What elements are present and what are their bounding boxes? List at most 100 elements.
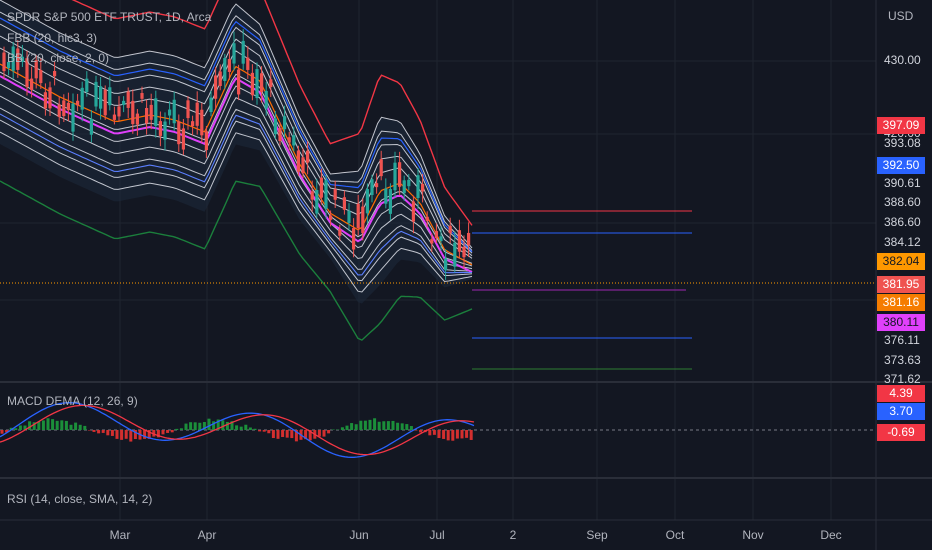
macd-histogram-bar (340, 427, 344, 430)
candle-body (122, 100, 126, 105)
candle-body (99, 86, 103, 109)
candle-body (260, 73, 264, 92)
macd-histogram-bar (465, 430, 469, 438)
macd-histogram-bar (101, 430, 105, 433)
candle-body (430, 239, 434, 244)
macd-histogram-bar (285, 430, 289, 438)
candle-body (48, 87, 52, 109)
macd-histogram-bar (382, 421, 386, 430)
candle-body (135, 113, 139, 125)
candle-body (172, 99, 176, 124)
candle-body (425, 216, 429, 221)
macd-histogram-bar (267, 430, 271, 434)
time-axis-label: 2 (509, 528, 517, 542)
candle-body (333, 189, 337, 200)
candle-body (237, 69, 241, 95)
macd-histogram-bar (41, 420, 45, 430)
macd-histogram-bar (244, 424, 248, 430)
macd-histogram-bar (235, 425, 239, 430)
macd-histogram-bar (460, 430, 464, 439)
macd-histogram-bar (396, 422, 400, 430)
macd-histogram-bar (253, 428, 257, 430)
macd-histogram-bar (143, 430, 147, 439)
macd-histogram-bar (327, 430, 331, 434)
symbol-legend[interactable]: SPDR S&P 500 ETF TRUST, 1D, Arca (7, 10, 211, 24)
macd-histogram-bar (64, 420, 68, 430)
macd-histogram-bar (391, 420, 395, 430)
macd-histogram-bar (60, 420, 64, 430)
fbb-legend[interactable]: FBB (20, hlc3, 3) (7, 31, 97, 45)
price-tag: 397.09 (877, 117, 925, 134)
macd-histogram-bar (78, 424, 82, 430)
candle-body (204, 131, 208, 151)
macd-histogram-bar (469, 430, 473, 440)
macd-histogram-bar (405, 424, 409, 430)
macd-histogram-bar (51, 419, 55, 430)
price-tick-label: 393.08 (884, 136, 921, 150)
candle-body (255, 69, 259, 99)
macd-histogram-bar (290, 430, 294, 439)
candle-body (43, 92, 47, 109)
macd-histogram-bar (446, 430, 450, 441)
macd-histogram-bar (239, 426, 243, 430)
candle-body (421, 183, 425, 192)
candle-body (227, 58, 231, 72)
macd-histogram-bar (225, 421, 229, 430)
price-tag: 382.04 (877, 253, 925, 270)
candle-body (246, 57, 250, 70)
candle-body (329, 215, 333, 220)
macd-histogram-bar (161, 430, 165, 435)
macd-histogram-bar (184, 423, 188, 430)
rsi-legend[interactable]: RSI (14, close, SMA, 14, 2) (7, 492, 152, 506)
candle-body (149, 104, 153, 120)
price-tick-label: 371.62 (884, 372, 921, 386)
candle-body (361, 206, 365, 234)
macd-pane (0, 402, 876, 458)
candle-body (39, 69, 43, 84)
candle-body (365, 189, 369, 214)
candle-body (30, 78, 34, 90)
candle-body (71, 103, 75, 132)
candle-body (448, 225, 452, 234)
candle-body (467, 232, 471, 246)
candle-body (315, 190, 319, 214)
candle-body (94, 81, 98, 107)
candle-body (89, 118, 93, 135)
time-axis-label: Jul (429, 528, 445, 542)
macd-value-tag: -0.69 (877, 424, 925, 441)
candle-body (439, 236, 443, 242)
macd-histogram-bar (317, 430, 321, 437)
bb-legend[interactable]: BB (20, close, 2, 0) (7, 51, 109, 65)
macd-histogram-bar (281, 430, 285, 437)
macd-histogram-bar (432, 430, 436, 435)
macd-histogram-bar (46, 418, 50, 430)
macd-histogram-bar (92, 430, 96, 432)
macd-legend[interactable]: MACD DEMA (12, 26, 9) (7, 394, 138, 408)
candle-body (310, 191, 314, 200)
macd-histogram-bar (437, 430, 441, 439)
macd-histogram-bar (258, 430, 262, 432)
macd-histogram-bar (345, 425, 349, 430)
candle-body (264, 90, 268, 109)
macd-histogram-bar (115, 430, 119, 439)
macd-histogram-bar (97, 430, 101, 434)
candle-body (80, 87, 84, 110)
macd-histogram-bar (322, 430, 326, 437)
price-tick-label: 390.61 (884, 176, 921, 190)
macd-histogram-bar (14, 428, 18, 430)
currency-label[interactable]: USD (888, 9, 913, 23)
candle-body (103, 89, 107, 116)
candle-body (85, 78, 89, 93)
candle-body (352, 228, 356, 250)
candle-body (140, 93, 144, 99)
candle-body (158, 121, 162, 136)
macd-histogram-bar (189, 422, 193, 430)
macd-histogram-bar (124, 430, 128, 439)
candle-body (2, 52, 6, 72)
chart-canvas[interactable] (0, 0, 932, 550)
macd-histogram-bar (386, 421, 390, 430)
macd-histogram-bar (28, 421, 32, 430)
price-tick-label: 376.11 (884, 333, 920, 347)
macd-value-tag: 3.70 (877, 403, 925, 420)
candle-body (342, 197, 346, 210)
